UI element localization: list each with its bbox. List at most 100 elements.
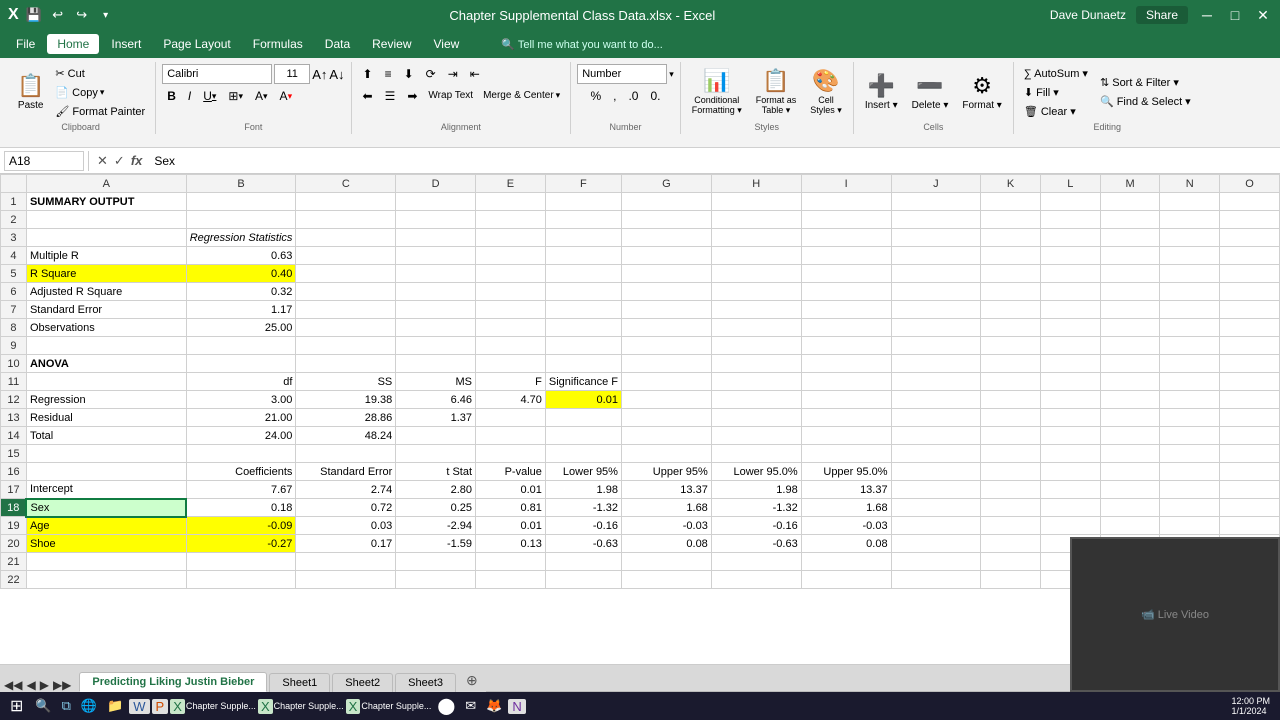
cell-D8[interactable] [396, 319, 476, 337]
onenote-taskbar[interactable]: N [508, 699, 525, 714]
cell-D22[interactable] [396, 571, 476, 589]
cell-B14[interactable]: 24.00 [186, 427, 296, 445]
cell-K4[interactable] [981, 247, 1041, 265]
decrease-indent-button[interactable]: ⇤ [465, 64, 485, 84]
cell-K18[interactable] [981, 499, 1041, 517]
col-header-D[interactable]: D [396, 175, 476, 193]
cell-C9[interactable] [296, 337, 396, 355]
cell-K13[interactable] [981, 409, 1041, 427]
row-header-21[interactable]: 21 [1, 553, 27, 571]
cell-H21[interactable] [711, 553, 801, 571]
cell-L11[interactable] [1040, 373, 1100, 391]
cell-K12[interactable] [981, 391, 1041, 409]
cell-I10[interactable] [801, 355, 891, 373]
cell-G2[interactable] [621, 211, 711, 229]
cell-K21[interactable] [981, 553, 1041, 571]
col-header-J[interactable]: J [891, 175, 981, 193]
cell-N7[interactable] [1160, 301, 1220, 319]
cell-H19[interactable]: -0.16 [711, 517, 801, 535]
cell-A21[interactable] [26, 553, 186, 571]
cell-C21[interactable] [296, 553, 396, 571]
cell-K2[interactable] [981, 211, 1041, 229]
cell-H3[interactable] [711, 229, 801, 247]
cell-J1[interactable] [891, 193, 981, 211]
cell-M11[interactable] [1100, 373, 1160, 391]
cell-N14[interactable] [1160, 427, 1220, 445]
cell-L4[interactable] [1040, 247, 1100, 265]
cell-I4[interactable] [801, 247, 891, 265]
cell-I20[interactable]: 0.08 [801, 535, 891, 553]
cell-F13[interactable] [545, 409, 621, 427]
cell-G22[interactable] [621, 571, 711, 589]
cell-E15[interactable] [476, 445, 546, 463]
find-select-button[interactable]: 🔍 Find & Select ▾ [1096, 93, 1195, 111]
cell-H4[interactable] [711, 247, 801, 265]
col-header-M[interactable]: M [1100, 175, 1160, 193]
cell-G5[interactable] [621, 265, 711, 283]
cell-K16[interactable] [981, 463, 1041, 481]
cell-L2[interactable] [1040, 211, 1100, 229]
cell-A8[interactable]: Observations [26, 319, 186, 337]
customquickaccess-button[interactable]: ▾ [97, 6, 115, 24]
col-header-F[interactable]: F [545, 175, 621, 193]
cell-E22[interactable] [476, 571, 546, 589]
cell-L13[interactable] [1040, 409, 1100, 427]
cell-F1[interactable] [545, 193, 621, 211]
cell-C2[interactable] [296, 211, 396, 229]
cell-L8[interactable] [1040, 319, 1100, 337]
cell-F17[interactable]: 1.98 [545, 481, 621, 499]
cell-C14[interactable]: 48.24 [296, 427, 396, 445]
cell-I7[interactable] [801, 301, 891, 319]
cell-C18[interactable]: 0.72 [296, 499, 396, 517]
col-header-I[interactable]: I [801, 175, 891, 193]
cell-M12[interactable] [1100, 391, 1160, 409]
cell-O9[interactable] [1220, 337, 1280, 355]
cell-I14[interactable] [801, 427, 891, 445]
cell-L1[interactable] [1040, 193, 1100, 211]
chrome-taskbar[interactable]: ⬤ [433, 696, 459, 716]
row-header-8[interactable]: 8 [1, 319, 27, 337]
cell-I15[interactable] [801, 445, 891, 463]
cell-A17[interactable]: Intercept [26, 481, 186, 499]
maximize-button[interactable]: □ [1226, 6, 1244, 24]
cell-B1[interactable] [186, 193, 296, 211]
col-header-G[interactable]: G [621, 175, 711, 193]
cell-B12[interactable]: 3.00 [186, 391, 296, 409]
cell-O17[interactable] [1220, 481, 1280, 499]
cell-I11[interactable] [801, 373, 891, 391]
cell-D3[interactable] [396, 229, 476, 247]
cell-F3[interactable] [545, 229, 621, 247]
cell-styles-button[interactable]: 🎨 CellStyles ▾ [805, 65, 847, 118]
tab-sheet3[interactable]: Sheet3 [395, 673, 456, 692]
format-painter-button[interactable]: 🖌 Format Painter [51, 102, 149, 120]
cell-G19[interactable]: -0.03 [621, 517, 711, 535]
cell-E7[interactable] [476, 301, 546, 319]
cell-I13[interactable] [801, 409, 891, 427]
cell-J11[interactable] [891, 373, 981, 391]
cell-G20[interactable]: 0.08 [621, 535, 711, 553]
save-button[interactable]: 💾 [25, 6, 43, 24]
cell-O7[interactable] [1220, 301, 1280, 319]
cell-K20[interactable] [981, 535, 1041, 553]
cell-F15[interactable] [545, 445, 621, 463]
cell-A1[interactable]: SUMMARY OUTPUT [26, 193, 186, 211]
cell-C22[interactable] [296, 571, 396, 589]
name-box[interactable] [4, 151, 84, 171]
cell-B22[interactable] [186, 571, 296, 589]
cell-J17[interactable] [891, 481, 981, 499]
row-header-12[interactable]: 12 [1, 391, 27, 409]
cell-C6[interactable] [296, 283, 396, 301]
cell-E9[interactable] [476, 337, 546, 355]
cell-E8[interactable] [476, 319, 546, 337]
cell-I9[interactable] [801, 337, 891, 355]
tab-nav-next[interactable]: ▶ [40, 678, 49, 692]
menu-view[interactable]: View [424, 34, 470, 54]
cell-F19[interactable]: -0.16 [545, 517, 621, 535]
cell-M13[interactable] [1100, 409, 1160, 427]
col-header-E[interactable]: E [476, 175, 546, 193]
cell-K15[interactable] [981, 445, 1041, 463]
cell-O15[interactable] [1220, 445, 1280, 463]
cell-A18[interactable]: Sex [26, 499, 186, 517]
cell-D21[interactable] [396, 553, 476, 571]
cell-C7[interactable] [296, 301, 396, 319]
